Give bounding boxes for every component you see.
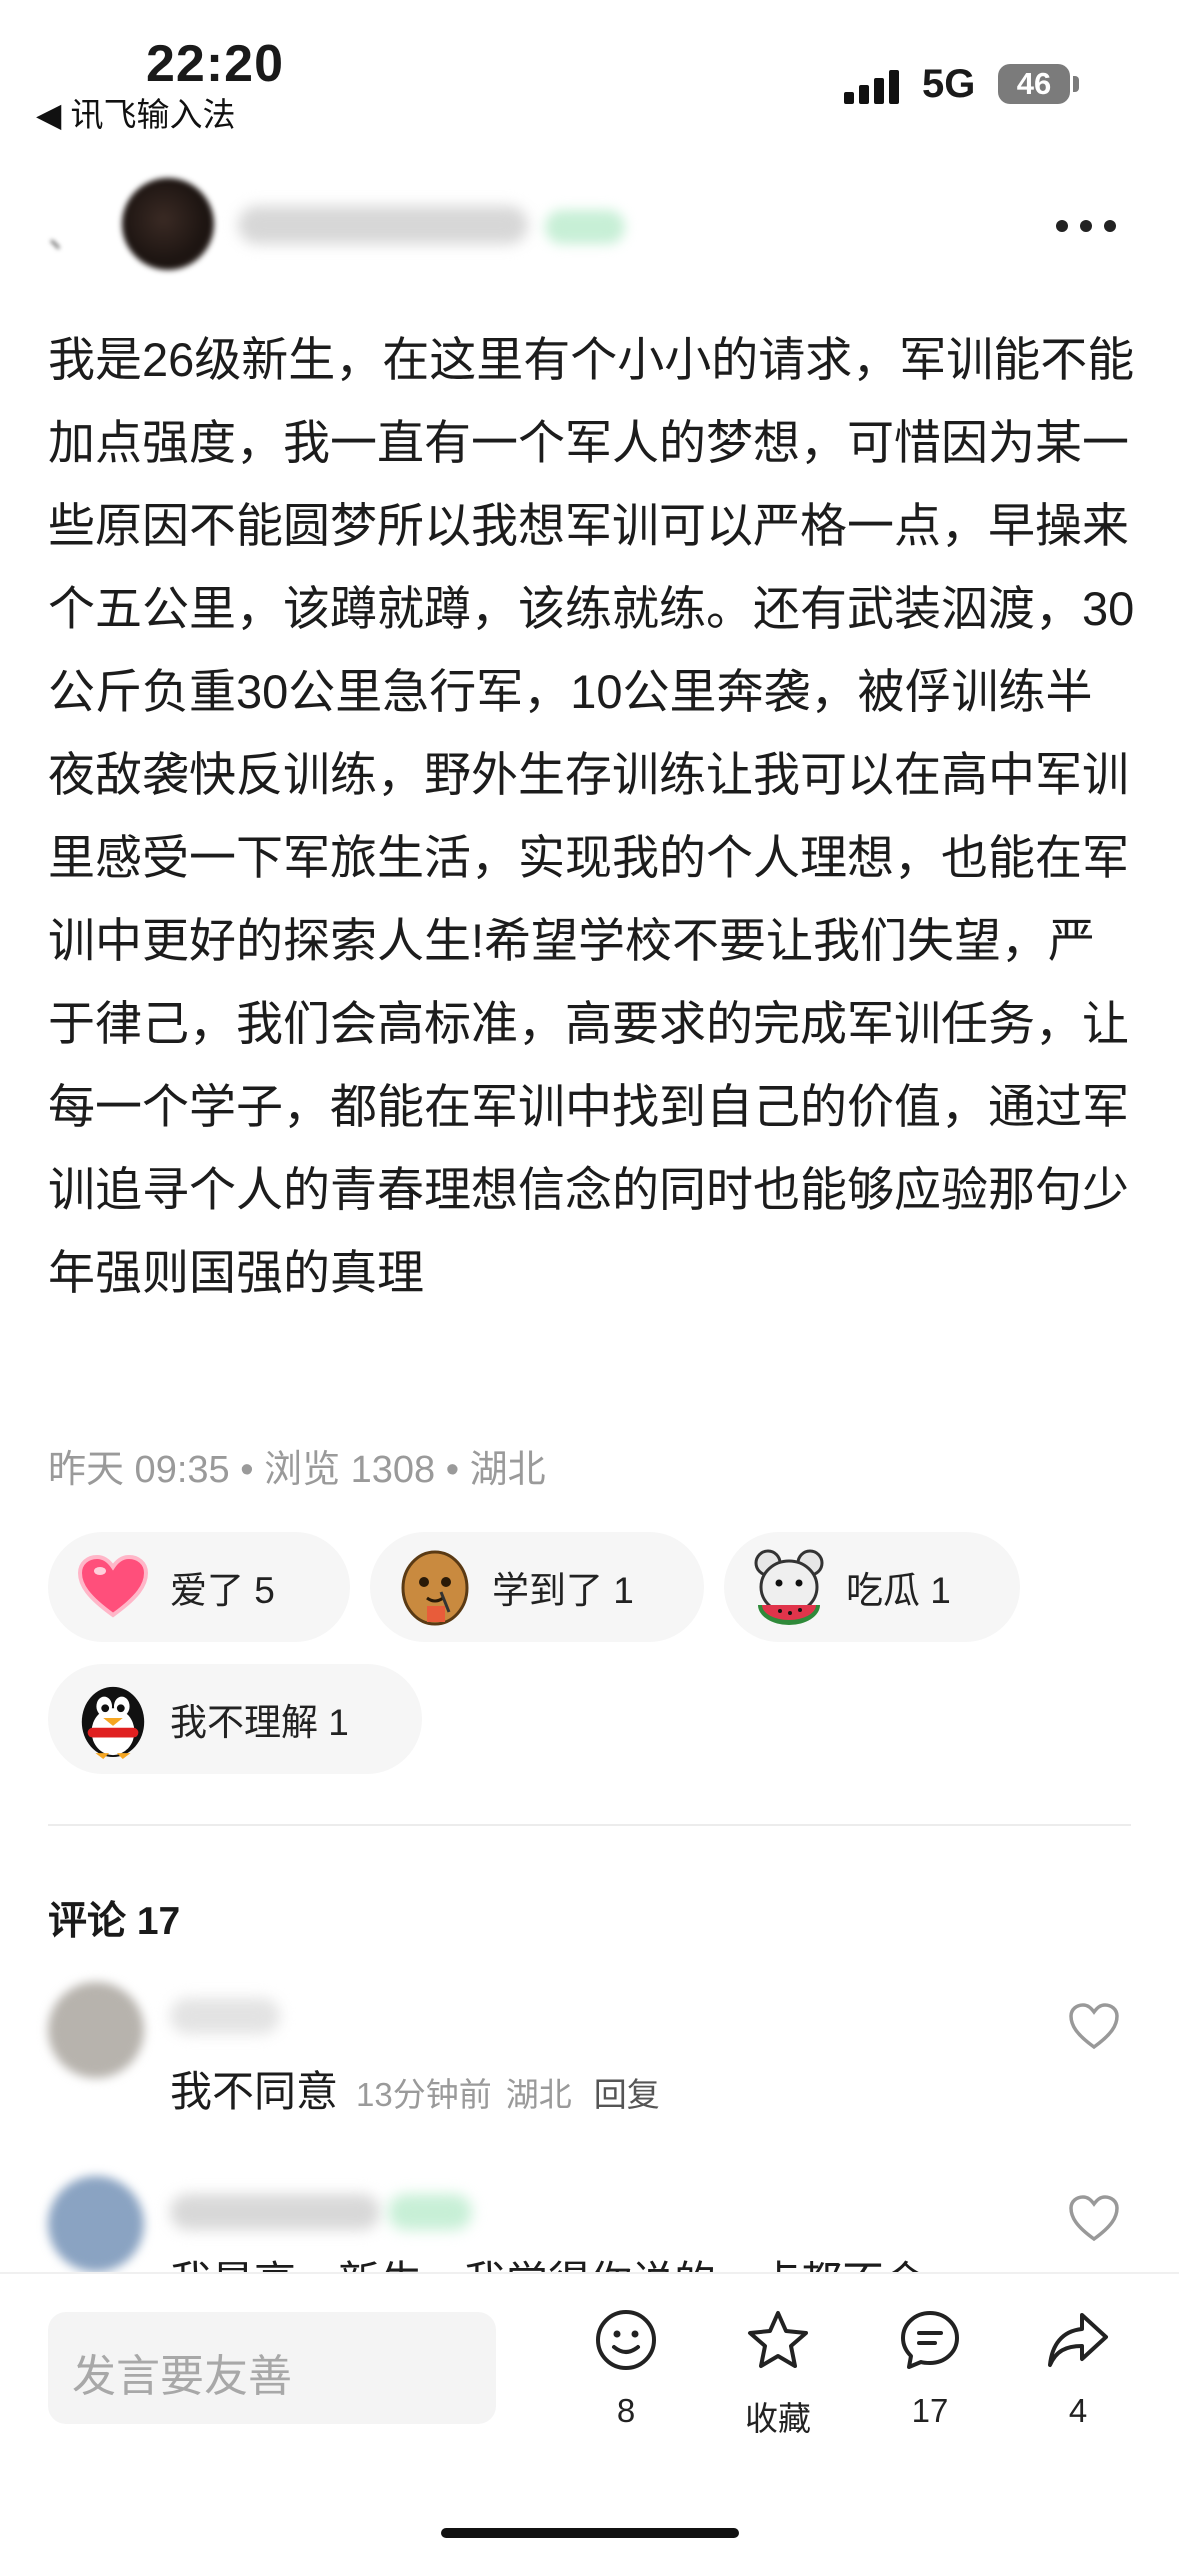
reaction-learned[interactable]: 学到了 1 — [370, 1532, 704, 1642]
reaction-label: 吃瓜 1 — [846, 1570, 951, 1611]
author-blurred-prefix: 、 — [48, 214, 85, 255]
more-horizontal-icon[interactable] — [1056, 220, 1116, 234]
post-meta: 昨天 09:35 • 浏览 1308 • 湖北 — [48, 1449, 546, 1491]
reaction-label: 爱了 5 — [170, 1570, 275, 1611]
share-arrow-icon — [1018, 2300, 1138, 2380]
status-time: 22:20 — [146, 35, 284, 93]
emoji-count: 8 — [616, 2392, 636, 2429]
comment-text: 我不同意 — [170, 2068, 339, 2115]
comment-author-tag-blurred — [388, 2194, 472, 2230]
cellular-signal-icon — [844, 70, 904, 109]
star-icon — [718, 2300, 838, 2380]
comment-location: 湖北 — [505, 2076, 572, 2113]
reaction-dont-understand[interactable]: 我不理解 1 — [48, 1664, 422, 1774]
like-heart-icon[interactable] — [1068, 2002, 1120, 2055]
emoji-reaction-button[interactable]: 8 — [566, 2300, 686, 2430]
comment-author-blurred[interactable] — [170, 1998, 280, 2034]
comment-input-placeholder: 发言要友善 — [72, 2352, 292, 2401]
home-indicator[interactable] — [441, 2528, 739, 2538]
share-count: 4 — [1068, 2392, 1088, 2429]
comment-1: 我不同意 13分钟前 湖北 回复 — [170, 2058, 660, 2119]
reaction-love[interactable]: 爱了 5 — [48, 1532, 350, 1642]
section-divider — [48, 1824, 1131, 1826]
battery-icon: 46 — [998, 64, 1070, 104]
favorite-button[interactable]: 收藏 — [718, 2300, 838, 2440]
reaction-label: 学到了 1 — [492, 1570, 634, 1611]
network-type: 5G — [922, 62, 976, 106]
comment-button[interactable]: 17 — [870, 2300, 990, 2430]
back-to-app-link[interactable]: ◀ 讯飞输入法 — [36, 88, 236, 136]
share-button[interactable]: 4 — [1018, 2300, 1138, 2430]
author-avatar[interactable] — [122, 178, 214, 270]
comment-author-blurred[interactable] — [170, 2194, 380, 2230]
author-tag-blurred — [545, 210, 625, 244]
reaction-eat-melon[interactable]: 吃瓜 1 — [724, 1532, 1020, 1642]
post-body: 我是26级新生，在这里有个小小的请求，军训能不能加点强度，我一直有一个军人的梦想… — [48, 333, 1135, 1299]
like-heart-icon[interactable] — [1068, 2194, 1120, 2247]
comment-bubble-icon — [870, 2300, 990, 2380]
comments-title: 评论 17 — [48, 1900, 181, 1943]
heart-icon — [74, 1548, 152, 1626]
penguin-sticker-icon — [74, 1680, 152, 1759]
favorite-label: 收藏 — [745, 2400, 811, 2437]
comment-count: 17 — [911, 2392, 949, 2429]
potato-sticker-icon — [396, 1548, 474, 1626]
comment-time: 13分钟前 — [356, 2076, 492, 2113]
comment-avatar[interactable] — [48, 1982, 144, 2078]
smiley-icon — [566, 2300, 686, 2380]
reply-link[interactable]: 回复 — [594, 2076, 660, 2113]
battery-cap — [1073, 76, 1079, 92]
battery-level: 46 — [1016, 66, 1052, 101]
reaction-label: 我不理解 1 — [170, 1702, 349, 1743]
mouse-watermelon-sticker-icon — [750, 1548, 828, 1626]
comment-avatar[interactable] — [48, 2176, 144, 2272]
author-name-blurred[interactable] — [238, 206, 528, 244]
